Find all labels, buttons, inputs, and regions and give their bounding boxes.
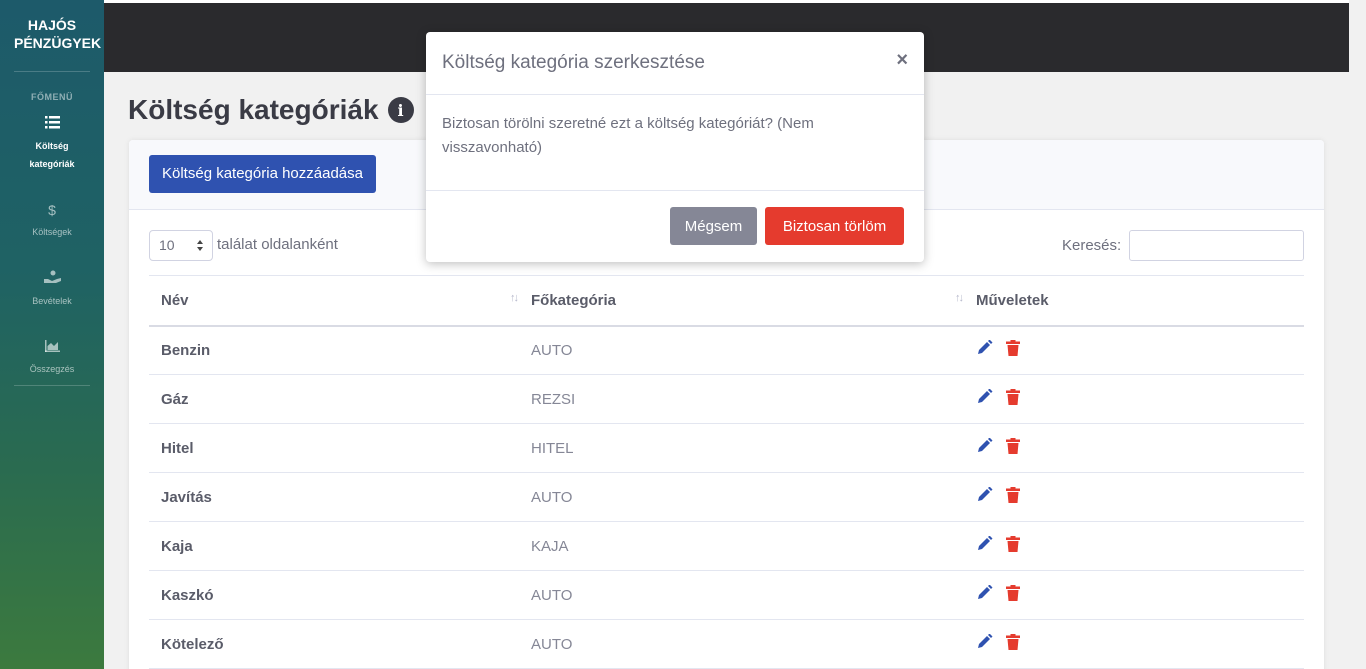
confirm-delete-button[interactable]: Biztosan törlöm (765, 207, 904, 245)
modal-footer: Mégsem Biztosan törlöm (426, 191, 924, 261)
edit-category-modal: Költség kategória szerkesztése × Biztosa… (426, 32, 924, 262)
modal-header: Költség kategória szerkesztése × (426, 32, 924, 95)
close-icon[interactable]: × (896, 49, 908, 72)
modal-title: Költség kategória szerkesztése (442, 52, 705, 73)
cancel-button[interactable]: Mégsem (670, 207, 757, 245)
modal-body: Biztosan törölni szeretné ezt a költség … (426, 95, 924, 191)
